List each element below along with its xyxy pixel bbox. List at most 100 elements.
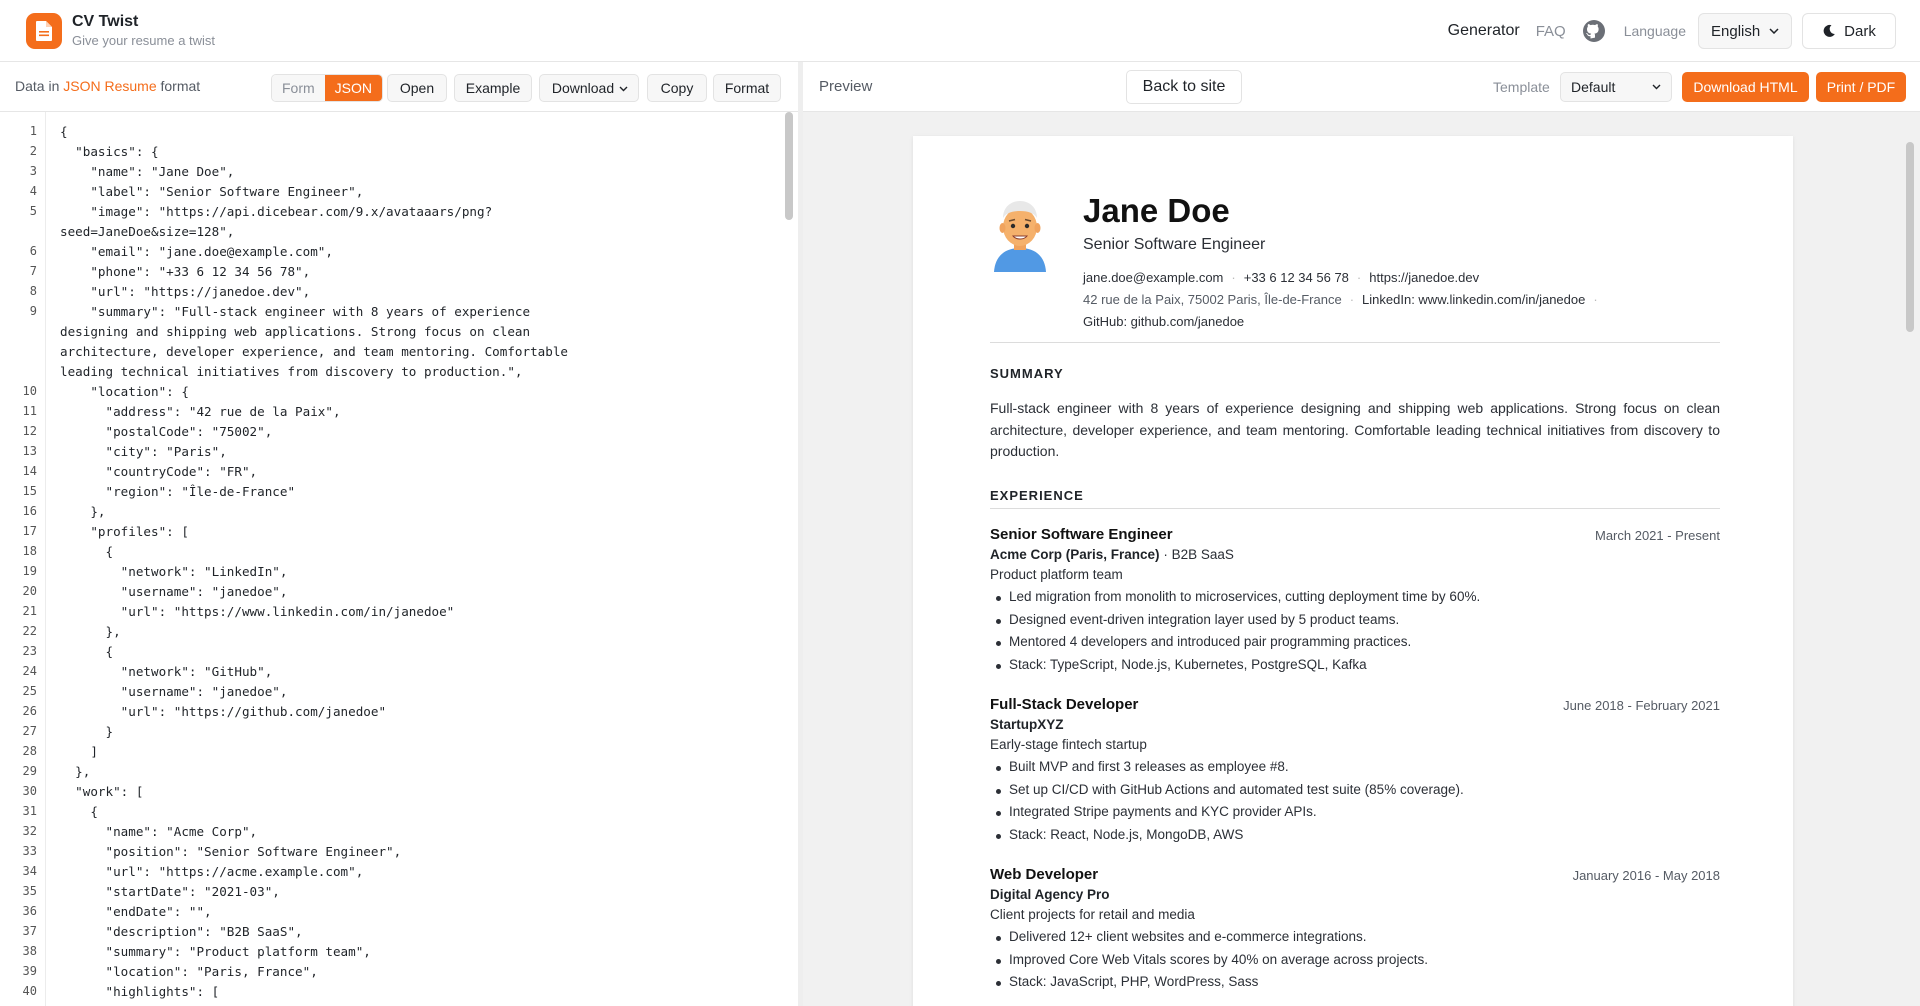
example-button[interactable]: Example	[454, 74, 532, 102]
code-line[interactable]: "url": "https://github.com/janedoe"	[60, 704, 386, 719]
chevron-down-icon	[619, 86, 628, 92]
language-select[interactable]: English	[1698, 13, 1792, 49]
code-line[interactable]: "label": "Senior Software Engineer",	[60, 184, 363, 199]
code-line[interactable]: "username": "janedoe",	[60, 584, 288, 599]
code-line[interactable]: "summary": "Product platform team",	[60, 944, 370, 959]
resume-page: Jane Doe Senior Software Engineer jane.d…	[913, 136, 1793, 1006]
mode-form-button[interactable]: Form	[272, 75, 325, 101]
resume-linkedin[interactable]: LinkedIn: www.linkedin.com/in/janedoe	[1362, 292, 1585, 307]
code-line[interactable]: leading technical initiatives from disco…	[60, 364, 523, 379]
code-line[interactable]: },	[60, 624, 120, 639]
json-resume-link[interactable]: JSON Resume	[63, 78, 156, 94]
code-line[interactable]: "image": "https://api.dicebear.com/9.x/a…	[60, 204, 492, 219]
resume-email[interactable]: jane.doe@example.com	[1083, 270, 1223, 285]
line-number: 7	[29, 264, 37, 278]
json-code-editor[interactable]: 1 2 3 4 5 6 7 8 9 10 11 12 13 14 15 16 17 18 19 20 21 22 23 24 2…	[0, 112, 798, 1006]
code-line[interactable]: "city": "Paris",	[60, 444, 226, 459]
template-label: Template	[1493, 79, 1550, 95]
line-number: 17	[22, 524, 37, 538]
mode-json-button[interactable]: JSON	[324, 75, 383, 101]
code-line[interactable]: architecture, developer experience, and …	[60, 344, 568, 359]
header-divider	[990, 342, 1720, 343]
work-dates: June 2018 - February 2021	[1563, 698, 1720, 713]
code-line[interactable]: "address": "42 rue de la Paix",	[60, 404, 340, 419]
work-description: B2B SaaS	[1171, 547, 1234, 562]
code-line[interactable]: }	[60, 724, 113, 739]
copy-button[interactable]: Copy	[647, 74, 707, 102]
code-line[interactable]: "url": "https://acme.example.com",	[60, 864, 363, 879]
editor-panel: Data in JSON Resume format Form JSON Ope…	[0, 62, 798, 1006]
dark-mode-button[interactable]: Dark	[1802, 13, 1896, 49]
code-line[interactable]: {	[60, 544, 113, 559]
work-highlight: Designed event-driven integration layer …	[990, 612, 1480, 635]
code-line[interactable]: "countryCode": "FR",	[60, 464, 257, 479]
code-line[interactable]: "description": "B2B SaaS",	[60, 924, 302, 939]
github-icon[interactable]	[1582, 19, 1606, 43]
resume-url[interactable]: https://janedoe.dev	[1369, 270, 1479, 285]
code-line[interactable]: seed=JaneDoe&size=128",	[60, 224, 234, 239]
summary-heading: SUMMARY	[990, 366, 1064, 381]
code-line[interactable]: "url": "https://www.linkedin.com/in/jane…	[60, 604, 455, 619]
line-number-gutter: 1 2 3 4 5 6 7 8 9 10 11 12 13 14 15 16 17 18 19 20 21 22 23 24 2…	[0, 112, 46, 1006]
work-description-sep: ·	[1159, 547, 1172, 562]
code-line[interactable]: },	[60, 504, 105, 519]
code-line[interactable]: },	[60, 764, 90, 779]
code-line[interactable]: designing and shipping web applications.…	[60, 324, 530, 339]
template-select[interactable]: Default	[1560, 72, 1672, 102]
code-line[interactable]: "name": "Acme Corp",	[60, 824, 257, 839]
app-logo[interactable]	[26, 13, 62, 49]
work-summary: Product platform team	[990, 567, 1123, 582]
preview-panel: Preview Back to site Template Default Do…	[803, 62, 1920, 1006]
code-line[interactable]: "network": "LinkedIn",	[60, 564, 288, 579]
download-button[interactable]: Download	[539, 74, 639, 102]
open-button[interactable]: Open	[387, 74, 447, 102]
work-position: Web Developer	[990, 866, 1099, 883]
code-line[interactable]: {	[60, 644, 113, 659]
code-line[interactable]: "highlights": [	[60, 984, 219, 999]
code-line[interactable]: "location": {	[60, 384, 189, 399]
code-line[interactable]: "name": "Jane Doe",	[60, 164, 234, 179]
data-format-suffix: format	[160, 78, 201, 94]
top-header: CV Twist Give your resume a twist Genera…	[0, 0, 1920, 62]
code-line[interactable]: "url": "https://janedoe.dev",	[60, 284, 310, 299]
line-number: 38	[22, 944, 37, 958]
code-line[interactable]: "email": "jane.doe@example.com",	[60, 244, 333, 259]
format-button[interactable]: Format	[713, 74, 781, 102]
line-number: 6	[29, 244, 37, 258]
editor-scrollbar[interactable]	[782, 112, 796, 1006]
print-pdf-button[interactable]: Print / PDF	[1816, 72, 1906, 102]
code-line[interactable]: {	[60, 804, 98, 819]
nav-faq[interactable]: FAQ	[1536, 23, 1566, 40]
editor-scrollbar-thumb[interactable]	[785, 112, 793, 220]
code-line[interactable]: "basics": {	[60, 144, 158, 159]
line-number: 30	[22, 784, 37, 798]
line-number: 5	[29, 204, 37, 218]
work-highlight: Led migration from monolith to microserv…	[990, 589, 1480, 612]
code-line[interactable]: "phone": "+33 6 12 34 56 78",	[60, 264, 310, 279]
code-line[interactable]: "work": [	[60, 784, 143, 799]
summary-text: Full-stack engineer with 8 years of expe…	[990, 400, 1720, 459]
code-line[interactable]: "network": "GitHub",	[60, 664, 273, 679]
code-line[interactable]: "region": "Île-de-France"	[60, 484, 295, 499]
code-line[interactable]: "location": "Paris, France",	[60, 964, 317, 979]
editor-toolbar: Data in JSON Resume format Form JSON Ope…	[0, 62, 798, 112]
resume-github[interactable]: GitHub: github.com/janedoe	[1083, 314, 1244, 329]
code-line[interactable]: "startDate": "2021-03",	[60, 884, 279, 899]
nav-generator[interactable]: Generator	[1448, 22, 1520, 40]
code-line[interactable]: "position": "Senior Software Engineer",	[60, 844, 401, 859]
code-line[interactable]: "profiles": [	[60, 524, 189, 539]
code-line[interactable]: "endDate": "",	[60, 904, 211, 919]
work-highlight: Stack: JavaScript, PHP, WordPress, Sass	[990, 974, 1428, 997]
code-line[interactable]: ]	[60, 744, 98, 759]
preview-scrollbar[interactable]	[1905, 114, 1915, 1006]
back-to-site-button[interactable]: Back to site	[1126, 70, 1242, 104]
code-line[interactable]: "postalCode": "75002",	[60, 424, 272, 439]
code-line[interactable]: {	[60, 124, 68, 139]
line-number: 12	[22, 424, 37, 438]
resume-phone[interactable]: +33 6 12 34 56 78	[1244, 270, 1349, 285]
line-number: 2	[29, 144, 37, 158]
download-html-button[interactable]: Download HTML	[1682, 72, 1809, 102]
code-line[interactable]: "summary": "Full-stack engineer with 8 y…	[60, 304, 530, 319]
code-line[interactable]: "username": "janedoe",	[60, 684, 288, 699]
preview-scrollbar-thumb[interactable]	[1906, 142, 1914, 332]
